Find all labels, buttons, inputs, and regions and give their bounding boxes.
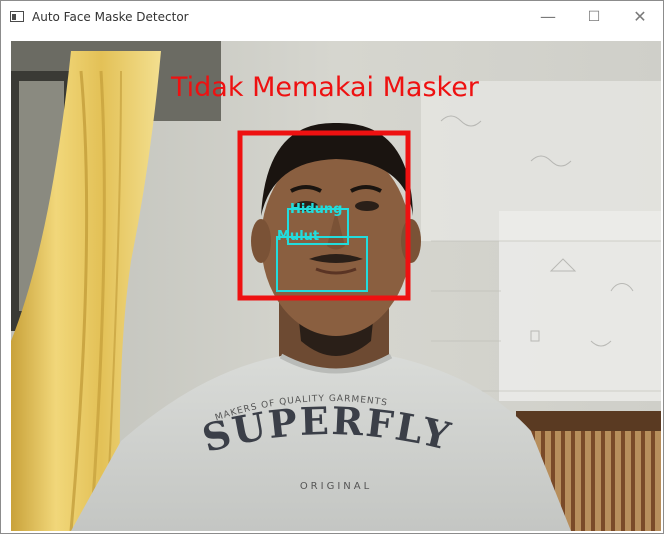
window-app-icon [10,11,24,22]
window-controls: — ☐ ✕ [525,1,663,32]
maximize-button[interactable]: ☐ [571,1,617,32]
minimize-button[interactable]: — [525,1,571,32]
app-window: Auto Face Maske Detector — ☐ ✕ MAKERS OF… [0,0,664,534]
detection-status: Tidak Memakai Masker [170,72,480,103]
mouth-label: Mulut [277,229,319,244]
window-title: Auto Face Maske Detector [32,9,189,24]
title-bar[interactable]: Auto Face Maske Detector — ☐ ✕ [1,1,663,32]
wall-paper-2 [499,211,661,401]
shirt-bottom-text: ORIGINAL [300,481,372,492]
nose-label: Hidung [290,202,342,217]
close-button[interactable]: ✕ [617,1,663,32]
camera-feed: MAKERS OF QUALITY GARMENTS SUPERFLY ORIG… [11,41,661,531]
